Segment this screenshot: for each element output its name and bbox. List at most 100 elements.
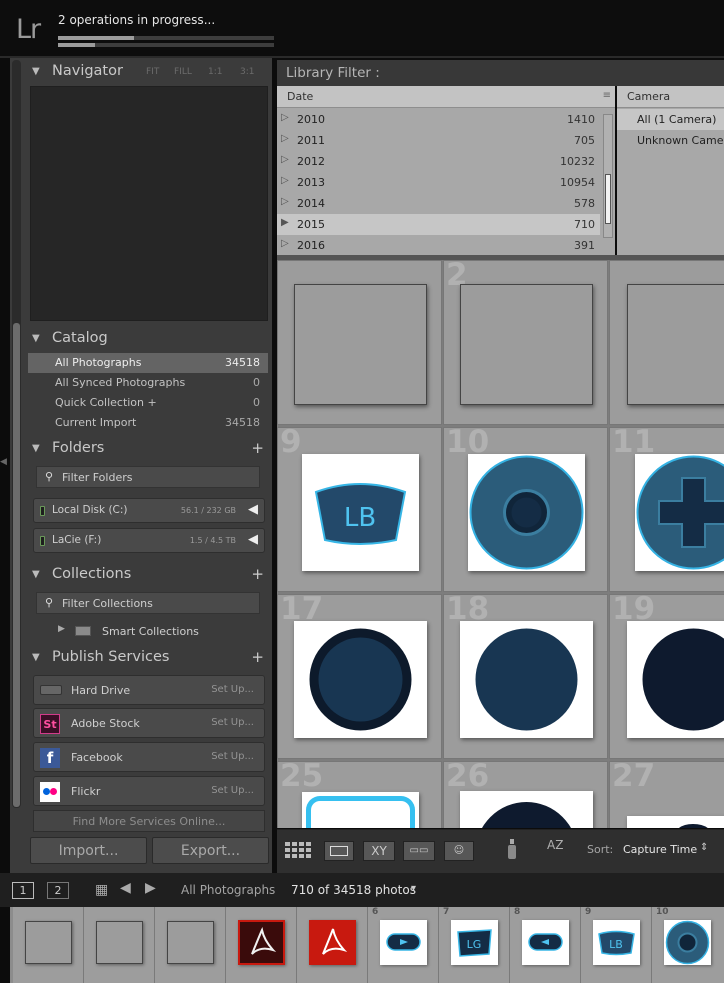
film-cell[interactable]: 6 (368, 907, 439, 983)
round-button-icon (469, 455, 584, 570)
photo-thumbnail[interactable] (460, 284, 593, 405)
sort-dropdown-arrow-icon[interactable]: ⇕ (700, 842, 708, 853)
expand-triangle-icon: ▶ (58, 624, 65, 634)
date-row-2015[interactable]: ▶ 2015 710 (277, 214, 600, 235)
photo-count[interactable]: 710 of 34518 photos (291, 883, 416, 897)
forward-arrow-icon[interactable]: ▶ (145, 880, 156, 896)
navigator-preview[interactable] (30, 86, 268, 321)
people-view-icon[interactable]: ☺ (444, 841, 474, 861)
photo-thumbnail[interactable] (460, 791, 593, 828)
grid-cell[interactable]: 9 LB (277, 424, 442, 592)
date-column-header[interactable]: Date ≡ (277, 86, 615, 108)
grid-cell[interactable] (609, 260, 724, 425)
folders-header[interactable]: ▼ Folders + (28, 437, 270, 463)
sort-dropdown[interactable]: Capture Time (623, 843, 697, 856)
find-more-services-button[interactable]: Find More Services Online... (33, 810, 265, 832)
add-collection-icon[interactable]: + (251, 565, 264, 583)
svg-text:LB: LB (609, 938, 623, 951)
grid-cell[interactable]: 25 (277, 758, 442, 828)
film-cell[interactable] (226, 907, 297, 983)
grid-cell[interactable]: 10 (443, 424, 608, 592)
catalog-row-all-photographs[interactable]: All Photographs 34518 (28, 353, 268, 373)
film-cell[interactable]: 9 LB (581, 907, 652, 983)
compare-view-icon[interactable]: XY (363, 841, 395, 861)
photo-thumbnail[interactable] (627, 621, 724, 738)
film-cell[interactable] (155, 907, 226, 983)
left-panel-scroll-thumb[interactable] (13, 323, 20, 807)
volume-status-icon (40, 536, 45, 546)
grid-view-icon[interactable] (284, 840, 314, 860)
photo-thumbnail[interactable] (294, 621, 427, 738)
lightroom-logo[interactable]: Lr (16, 14, 41, 45)
grid-cell[interactable] (277, 260, 442, 425)
camera-column-header[interactable]: Camera (617, 86, 724, 108)
zoom-fit[interactable]: FIT (146, 67, 159, 77)
film-cell[interactable] (84, 907, 155, 983)
photo-thumbnail[interactable] (460, 621, 593, 738)
date-row-2010[interactable]: ▷ 2010 1410 (277, 109, 600, 130)
service-facebook[interactable]: f Facebook Set Up... (33, 742, 265, 772)
grid-cell[interactable]: 27 (609, 758, 724, 828)
export-button[interactable]: Export... (152, 837, 269, 864)
grid-icon[interactable]: ▦ (95, 882, 108, 898)
photo-thumbnail[interactable] (627, 284, 724, 405)
page-1-button[interactable]: 1 (12, 882, 34, 899)
date-scroll-thumb[interactable] (605, 174, 611, 224)
survey-view-icon[interactable]: ▭▭ (403, 841, 435, 861)
photo-thumbnail[interactable]: LB (302, 454, 419, 571)
date-row-2014[interactable]: ▷ 2014 578 (277, 193, 600, 214)
photo-thumbnail[interactable] (627, 816, 724, 828)
source-dropdown-arrow-icon[interactable]: ▾ (411, 883, 416, 894)
grid-cell[interactable]: 26 (443, 758, 608, 828)
grid-cell[interactable]: 19 (609, 591, 724, 759)
smart-collections-item[interactable]: ▶ Smart Collections (58, 624, 258, 640)
zoom-3-1[interactable]: 3:1 (240, 67, 254, 77)
film-cell[interactable] (297, 907, 368, 983)
catalog-header[interactable]: ▼ Catalog (28, 327, 270, 353)
back-arrow-icon[interactable]: ◀ (120, 880, 131, 896)
zoom-1-1[interactable]: 1:1 (208, 67, 222, 77)
film-cell[interactable] (13, 907, 84, 983)
date-row-2012[interactable]: ▷ 2012 10232 (277, 151, 600, 172)
catalog-row-quick-collection[interactable]: Quick Collection +0 (28, 393, 268, 413)
grid-cell[interactable]: 2 (443, 260, 608, 425)
sort-direction-icon[interactable]: AZ (547, 838, 563, 852)
loupe-view-icon[interactable] (324, 841, 354, 861)
filter-collections-field[interactable]: ⚲ Filter Collections (36, 592, 260, 614)
date-row-2013[interactable]: ▷ 2013 10954 (277, 172, 600, 193)
collections-header[interactable]: ▼ Collections + (28, 563, 270, 589)
add-folder-icon[interactable]: + (251, 439, 264, 457)
grid-cell[interactable]: 17 (277, 591, 442, 759)
date-row-2016[interactable]: ▷ 2016 391 (277, 235, 600, 256)
catalog-row-all-synced[interactable]: All Synced Photographs 0 (28, 373, 268, 393)
add-service-icon[interactable]: + (251, 648, 264, 666)
camera-row-unknown[interactable]: Unknown Camera (617, 130, 724, 151)
disclosure-triangle-icon: ▼ (32, 333, 40, 344)
painter-spray-icon[interactable] (505, 836, 519, 862)
page-2-button[interactable]: 2 (47, 882, 69, 899)
service-adobe-stock[interactable]: St Adobe Stock Set Up... (33, 708, 265, 738)
film-cell[interactable]: 7 LG (439, 907, 510, 983)
camera-row-all[interactable]: All (1 Camera) (617, 109, 724, 130)
collapse-left-arrow-icon[interactable]: ◀ (0, 457, 7, 467)
grid-cell[interactable]: 11 (609, 424, 724, 592)
photo-thumbnail[interactable] (294, 284, 427, 405)
photo-thumbnail[interactable] (468, 454, 585, 571)
grid-cell[interactable]: 18 (443, 591, 608, 759)
catalog-row-current-import[interactable]: Current Import 34518 (28, 413, 268, 433)
service-flickr[interactable]: Flickr Set Up... (33, 776, 265, 806)
volume-local-disk[interactable]: Local Disk (C:) 56.1 / 232 GB ◀ (33, 498, 265, 523)
volume-lacie[interactable]: LaCie (F:) 1.5 / 4.5 TB ◀ (33, 528, 265, 553)
zoom-fill[interactable]: FILL (174, 67, 192, 77)
photo-thumbnail[interactable] (635, 454, 724, 571)
service-hard-drive[interactable]: Hard Drive Set Up... (33, 675, 265, 705)
date-row-2011[interactable]: ▷ 2011 705 (277, 130, 600, 151)
source-label[interactable]: All Photographs (181, 883, 275, 897)
film-cell[interactable]: 10 (652, 907, 724, 983)
filter-folders-field[interactable]: ⚲ Filter Folders (36, 466, 260, 488)
photo-thumbnail[interactable] (302, 792, 419, 828)
publish-services-header[interactable]: ▼ Publish Services + (28, 646, 270, 672)
film-cell[interactable]: 8 (510, 907, 581, 983)
import-button[interactable]: Import... (30, 837, 147, 864)
operations-status-text: 2 operations in progress... (58, 13, 216, 27)
